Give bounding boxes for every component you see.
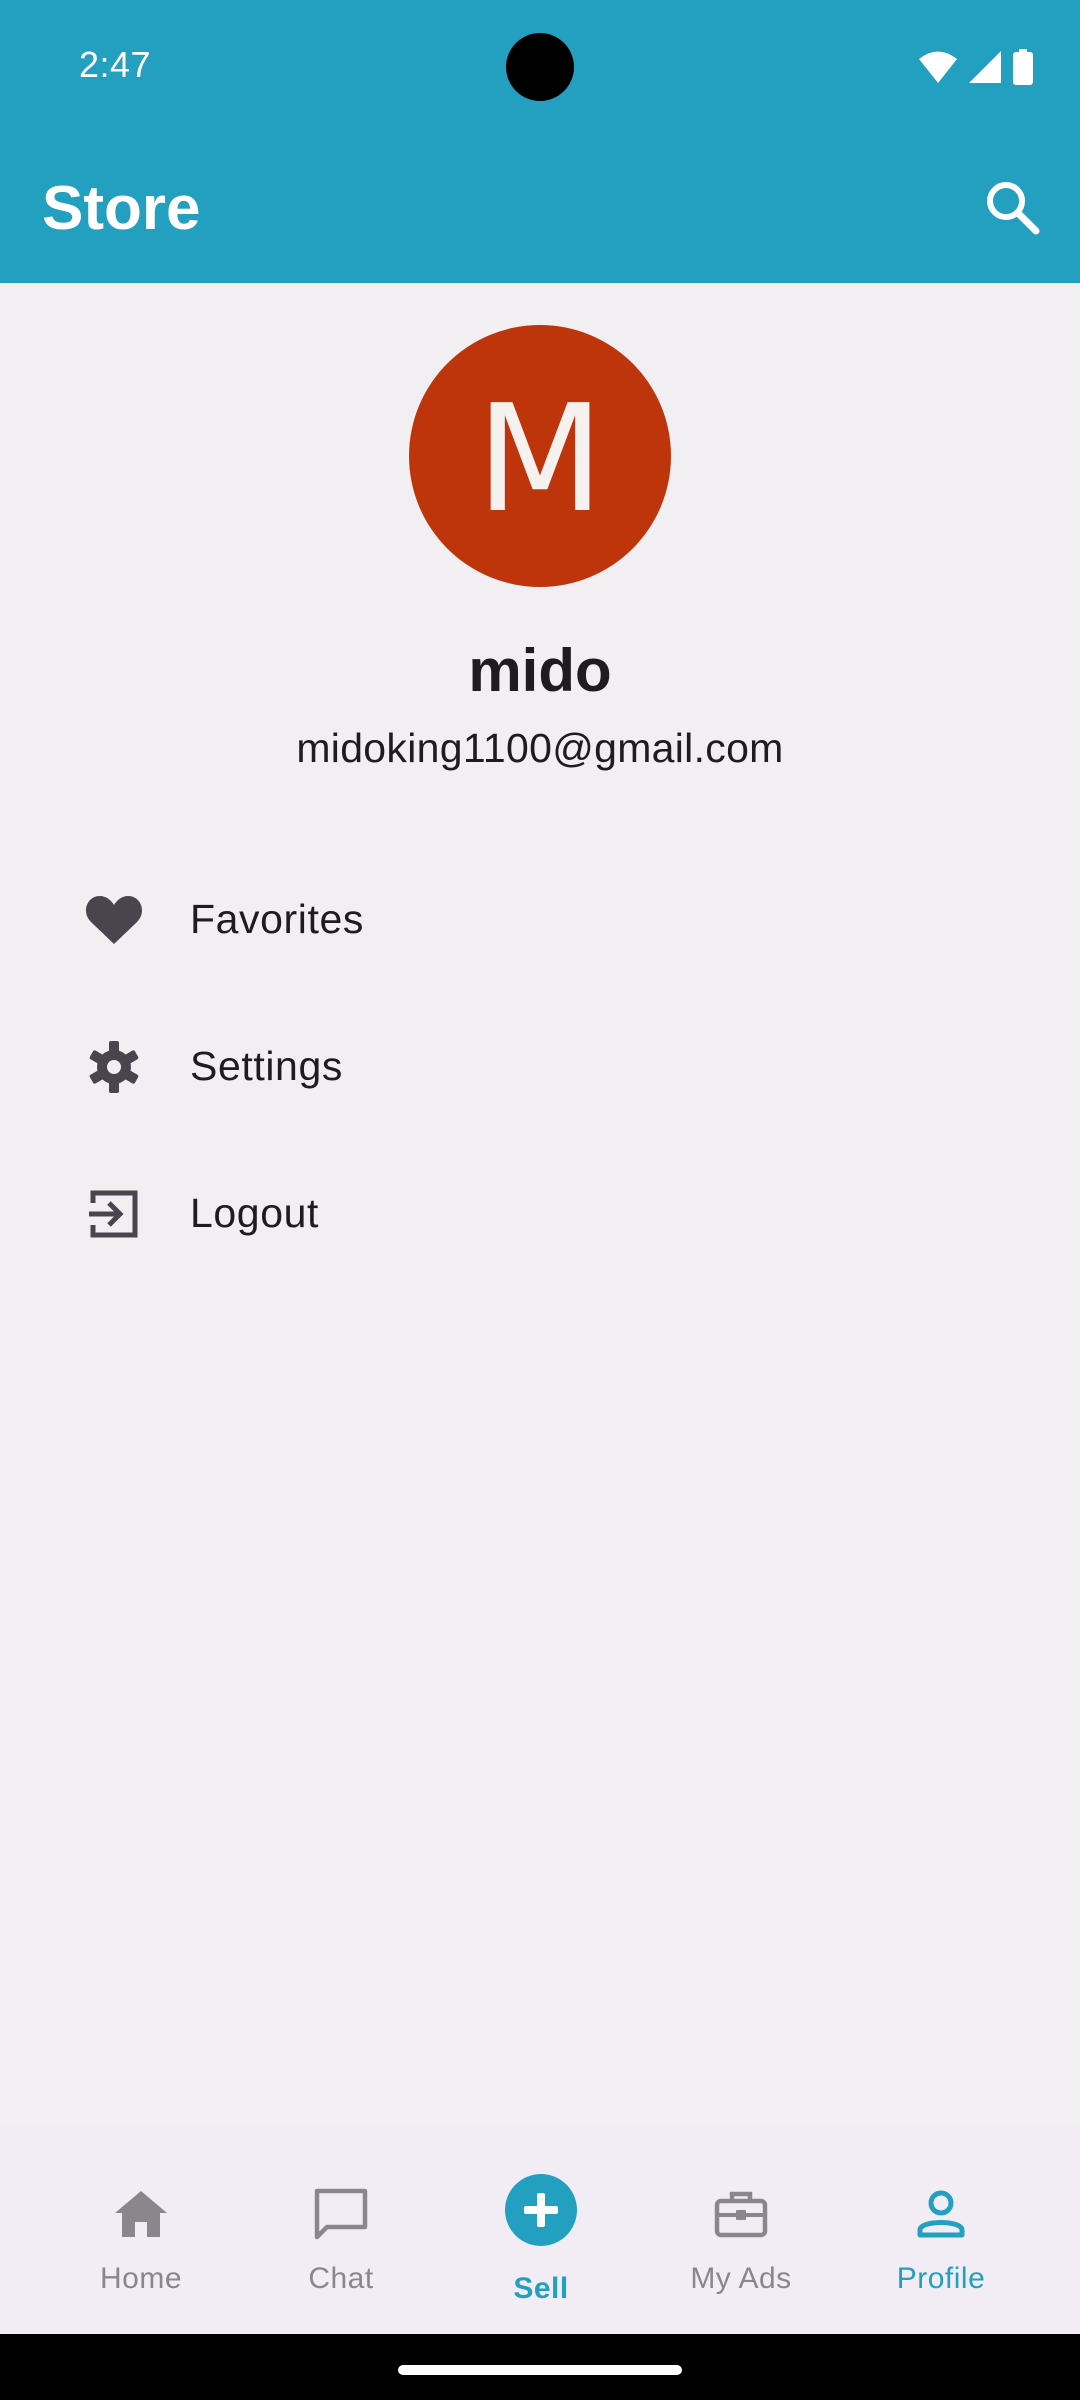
gear-icon — [82, 1035, 146, 1099]
nav-item-sell[interactable]: Sell — [441, 2124, 641, 2334]
menu-label: Favorites — [190, 896, 365, 942]
nav-item-profile[interactable]: Profile — [841, 2124, 1041, 2334]
bottom-navigation: Home Chat Sell My Ads Profile — [0, 2124, 1080, 2334]
app-title: Store — [42, 174, 201, 243]
nav-item-chat[interactable]: Chat — [241, 2124, 441, 2334]
home-gesture-handle[interactable] — [398, 2365, 682, 2375]
avatar-letter: M — [476, 373, 604, 545]
menu-item-favorites[interactable]: Favorites — [0, 846, 1080, 993]
status-time: 2:47 — [79, 44, 152, 85]
chat-icon — [311, 2184, 371, 2244]
avatar: M — [409, 325, 671, 587]
status-icons — [918, 48, 1034, 86]
battery-icon — [1012, 49, 1034, 85]
nav-label: My Ads — [690, 2262, 792, 2295]
menu-label: Logout — [190, 1190, 320, 1236]
briefcase-icon — [711, 2184, 771, 2244]
profile-name: mido — [468, 637, 612, 704]
home-icon — [111, 2184, 171, 2244]
nav-label: Home — [99, 2262, 183, 2295]
camera-cutout — [506, 33, 574, 101]
gesture-navigation-bar — [0, 2334, 1080, 2400]
person-icon — [911, 2184, 971, 2244]
profile-email: midoking1100@gmail.com — [296, 725, 784, 771]
menu-item-logout[interactable]: Logout — [0, 1140, 1080, 1287]
nav-item-home[interactable]: Home — [41, 2124, 241, 2334]
profile-menu: Favorites Settings Logout — [0, 846, 1080, 1287]
wifi-icon — [918, 50, 958, 84]
logout-icon — [82, 1182, 146, 1246]
heart-icon — [82, 888, 146, 952]
top-header: 2:47 Store — [0, 0, 1080, 283]
nav-label: Chat — [308, 2262, 374, 2295]
app-bar: Store — [0, 135, 1080, 283]
search-button[interactable] — [970, 167, 1054, 251]
status-bar: 2:47 — [0, 0, 1080, 135]
menu-label: Settings — [190, 1043, 343, 1089]
nav-item-my-ads[interactable]: My Ads — [641, 2124, 841, 2334]
search-icon — [982, 177, 1042, 242]
profile-screen: 2:47 Store M mido midoking1100@gmail.com… — [0, 0, 1080, 2400]
menu-item-settings[interactable]: Settings — [0, 993, 1080, 1140]
signal-icon — [968, 50, 1002, 84]
nav-label: Sell — [513, 2272, 569, 2305]
plus-icon — [505, 2174, 577, 2246]
nav-label: Profile — [896, 2262, 986, 2295]
